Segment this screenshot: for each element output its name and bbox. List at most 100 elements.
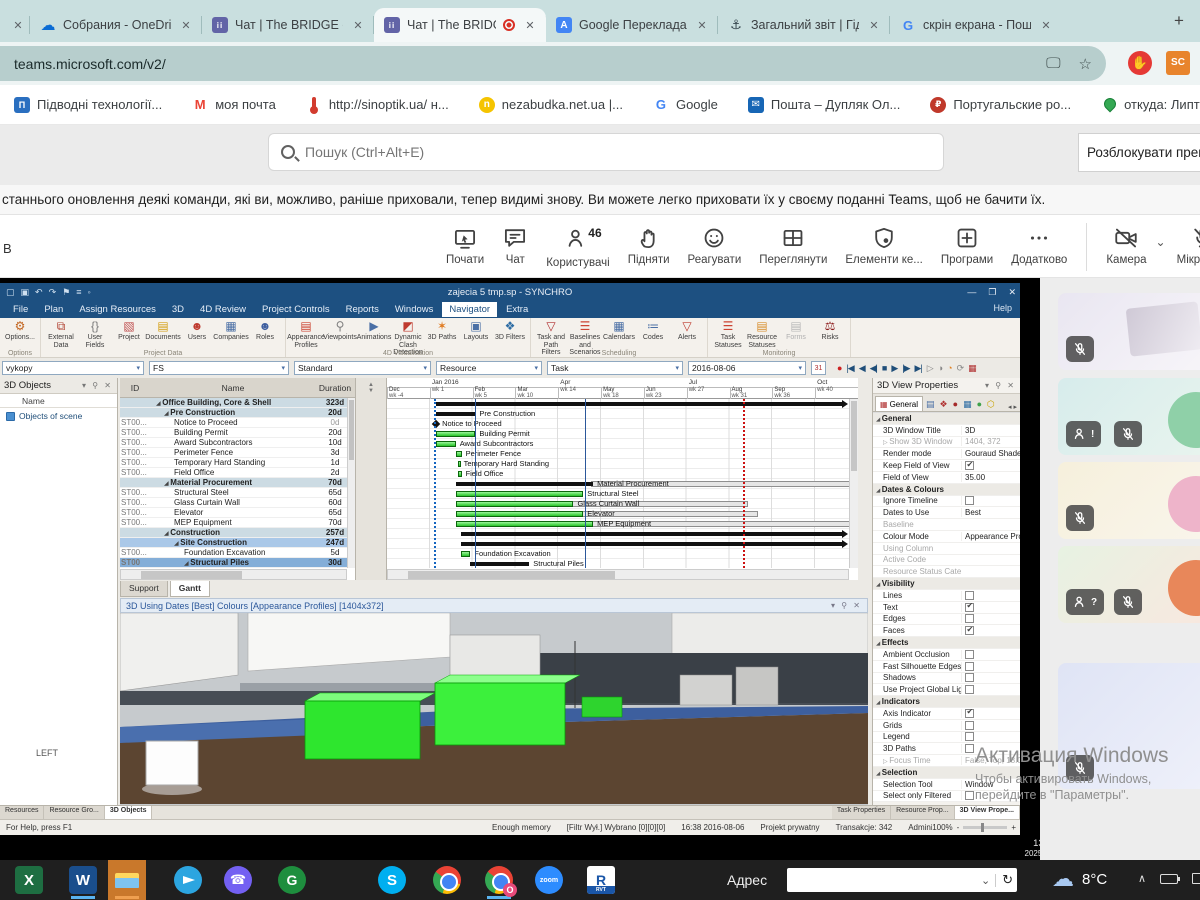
playback-controls[interactable]: ●|◀◀◀|■▶|▶▶|▷◑◔⟳▦ [837, 363, 976, 374]
chrome-badge-icon[interactable] [480, 860, 518, 900]
window-controls[interactable]: —❐✕ [967, 283, 1016, 301]
property-row[interactable]: Faces [873, 625, 1020, 637]
view-tab[interactable]: Support [120, 581, 168, 597]
resource-combo[interactable]: Resource [436, 361, 542, 375]
menu-item[interactable]: Plan [37, 302, 70, 317]
property-row[interactable]: Show 3D Window 1404, 372 [873, 437, 1020, 449]
zoom-slider[interactable] [963, 826, 1007, 829]
property-tab-icon[interactable]: ▦ [961, 397, 974, 411]
quick-access-icon[interactable]: ◦ [87, 287, 90, 298]
property-row[interactable]: Fast Silhouette Edges [873, 661, 1020, 673]
tab-close-icon[interactable] [866, 17, 882, 33]
task-row[interactable]: ST00... Elevator 65d [120, 508, 355, 518]
property-row[interactable]: Use Project Global Light [873, 684, 1020, 696]
browser-tab[interactable]: Собрания - OneDriv [30, 8, 202, 42]
ribbon-button[interactable]: ▦Calendars [602, 319, 636, 342]
adblock-extension-icon[interactable]: ✋ [1128, 51, 1152, 75]
left-panel-tab[interactable]: Resources [0, 806, 44, 819]
filter-combo[interactable]: vykopy [2, 361, 144, 375]
checkbox[interactable] [965, 744, 974, 753]
quick-access-toolbar[interactable]: ▢▣↶↷⚑≡◦ [6, 287, 91, 298]
task-row[interactable]: ST00... Building Permit 20d [120, 428, 355, 438]
property-row[interactable]: Keep Field of View [873, 460, 1020, 472]
browser-tab[interactable]: Google Перекладач [546, 8, 718, 42]
task-row[interactable]: Site Construction 247d [120, 538, 355, 548]
property-row[interactable]: Edges [873, 614, 1020, 626]
playback-icon[interactable]: ▷ [927, 363, 933, 374]
task-row[interactable]: Office Building, Core & Shell 323d [120, 398, 355, 408]
tab-close-icon[interactable] [1038, 17, 1054, 33]
right-panel-tab[interactable]: Task Properties [832, 806, 891, 819]
file-explorer-icon[interactable] [108, 860, 146, 900]
property-row[interactable]: Active Code [873, 555, 1020, 567]
battery-icon[interactable] [1160, 874, 1178, 884]
task-row[interactable]: ST00... Glass Curtain Wall 60d [120, 498, 355, 508]
property-row[interactable]: Grids [873, 720, 1020, 732]
microphone-button[interactable]: Мікрофон [1168, 221, 1200, 270]
address-bar[interactable]: teams.microsoft.com/v2/ 🖵 ☆ [0, 46, 1106, 81]
property-row[interactable]: Render mode Gouraud Shaded [873, 448, 1020, 460]
property-row[interactable]: General [873, 413, 1020, 425]
property-tab-icon[interactable]: ❖ [938, 397, 950, 411]
profile-combo[interactable]: Standard [294, 361, 431, 375]
ribbon-button[interactable]: ▤Documents [146, 319, 180, 342]
view3d-controls-icons[interactable]: ▾ ⚲ ✕ [831, 601, 862, 610]
playback-icon[interactable]: |◀ [846, 363, 853, 374]
display-icon[interactable] [1192, 873, 1200, 884]
ribbon-button[interactable]: ▧Project [112, 319, 146, 342]
menu-item[interactable]: Extra [499, 302, 535, 317]
quick-access-icon[interactable]: ▢ [6, 287, 15, 298]
menu-item[interactable]: Navigator [442, 302, 497, 317]
property-row[interactable]: Baseline [873, 519, 1020, 531]
property-row[interactable]: Ignore Timeline [873, 496, 1020, 508]
ribbon-button[interactable]: ⧉External Data [44, 319, 78, 349]
menu-item[interactable]: 3D [165, 302, 191, 317]
browser-tab[interactable]: скрін екрана - Пошу [890, 8, 1062, 42]
browser-tab[interactable]: Загальний звіт | Гідр [718, 8, 890, 42]
task-row[interactable]: ST00... Temporary Hard Standing 1d [120, 458, 355, 468]
ribbon-button[interactable]: ▽Alerts [670, 319, 704, 342]
task-row[interactable]: ST00... Perimeter Fence 3d [120, 448, 355, 458]
address-toolbar[interactable]: ⌄ ↻ [787, 868, 1017, 892]
bookmark-item[interactable]: моя почта [192, 97, 276, 113]
property-row[interactable]: Ambient Occlusion [873, 649, 1020, 661]
property-row[interactable]: Axis Indicator [873, 708, 1020, 720]
chat-button[interactable]: Чат [493, 221, 537, 270]
quick-access-icon[interactable]: ≡ [76, 287, 81, 298]
checkbox[interactable] [965, 614, 974, 623]
task-row[interactable]: ST00... Foundation Excavation 5d [120, 548, 355, 558]
window-control-icon[interactable]: ✕ [1008, 287, 1016, 298]
task-row[interactable]: Pre Construction 20d [120, 408, 355, 418]
bookmark-item[interactable]: http://sinoptik.ua/ н... [306, 97, 449, 113]
unlock-premium-button[interactable]: Розблокувати преміум-верс [1078, 133, 1200, 172]
property-tab-icon[interactable]: ▤ [924, 397, 937, 411]
word-icon[interactable]: W [64, 860, 102, 900]
checkbox[interactable] [965, 496, 974, 505]
menu-item[interactable]: Project Controls [255, 302, 337, 317]
excel-icon[interactable]: X [10, 860, 48, 900]
property-row[interactable]: Colour Mode Appearance Profiles [873, 531, 1020, 543]
checkbox[interactable] [965, 791, 974, 800]
checkbox[interactable] [965, 650, 974, 659]
property-row[interactable]: Shadows [873, 673, 1020, 685]
menu-item[interactable]: Reports [339, 302, 386, 317]
bookmark-star-icon[interactable]: ☆ [1079, 55, 1092, 73]
chrome-icon[interactable] [428, 860, 466, 900]
view-button[interactable]: Переглянути [750, 221, 836, 270]
property-row[interactable]: Dates to Use Best [873, 507, 1020, 519]
calendar-icon[interactable]: 31 [811, 361, 826, 375]
playback-icon[interactable]: ■ [882, 363, 886, 373]
skype-icon[interactable]: S [373, 860, 411, 900]
property-row[interactable]: 3D Window Title 3D [873, 425, 1020, 437]
task-row[interactable]: ST00... MEP Equipment 70d [120, 518, 355, 528]
property-row[interactable]: Using Column [873, 543, 1020, 555]
more-button[interactable]: Додатково [1002, 221, 1076, 270]
viber-icon[interactable]: ☎ [219, 860, 257, 900]
playback-icon[interactable]: ▦ [968, 363, 976, 374]
checkbox[interactable] [965, 662, 974, 671]
install-app-icon[interactable]: 🖵 [1046, 55, 1060, 72]
property-row[interactable]: Resource Status Cate... [873, 566, 1020, 578]
browser-tab[interactable]: Чат | The BRIDGE onl [202, 8, 374, 42]
meeting-controls-button[interactable]: Елементи ке... [836, 221, 931, 270]
ribbon-button[interactable]: ▤Resource Statuses [745, 319, 779, 349]
